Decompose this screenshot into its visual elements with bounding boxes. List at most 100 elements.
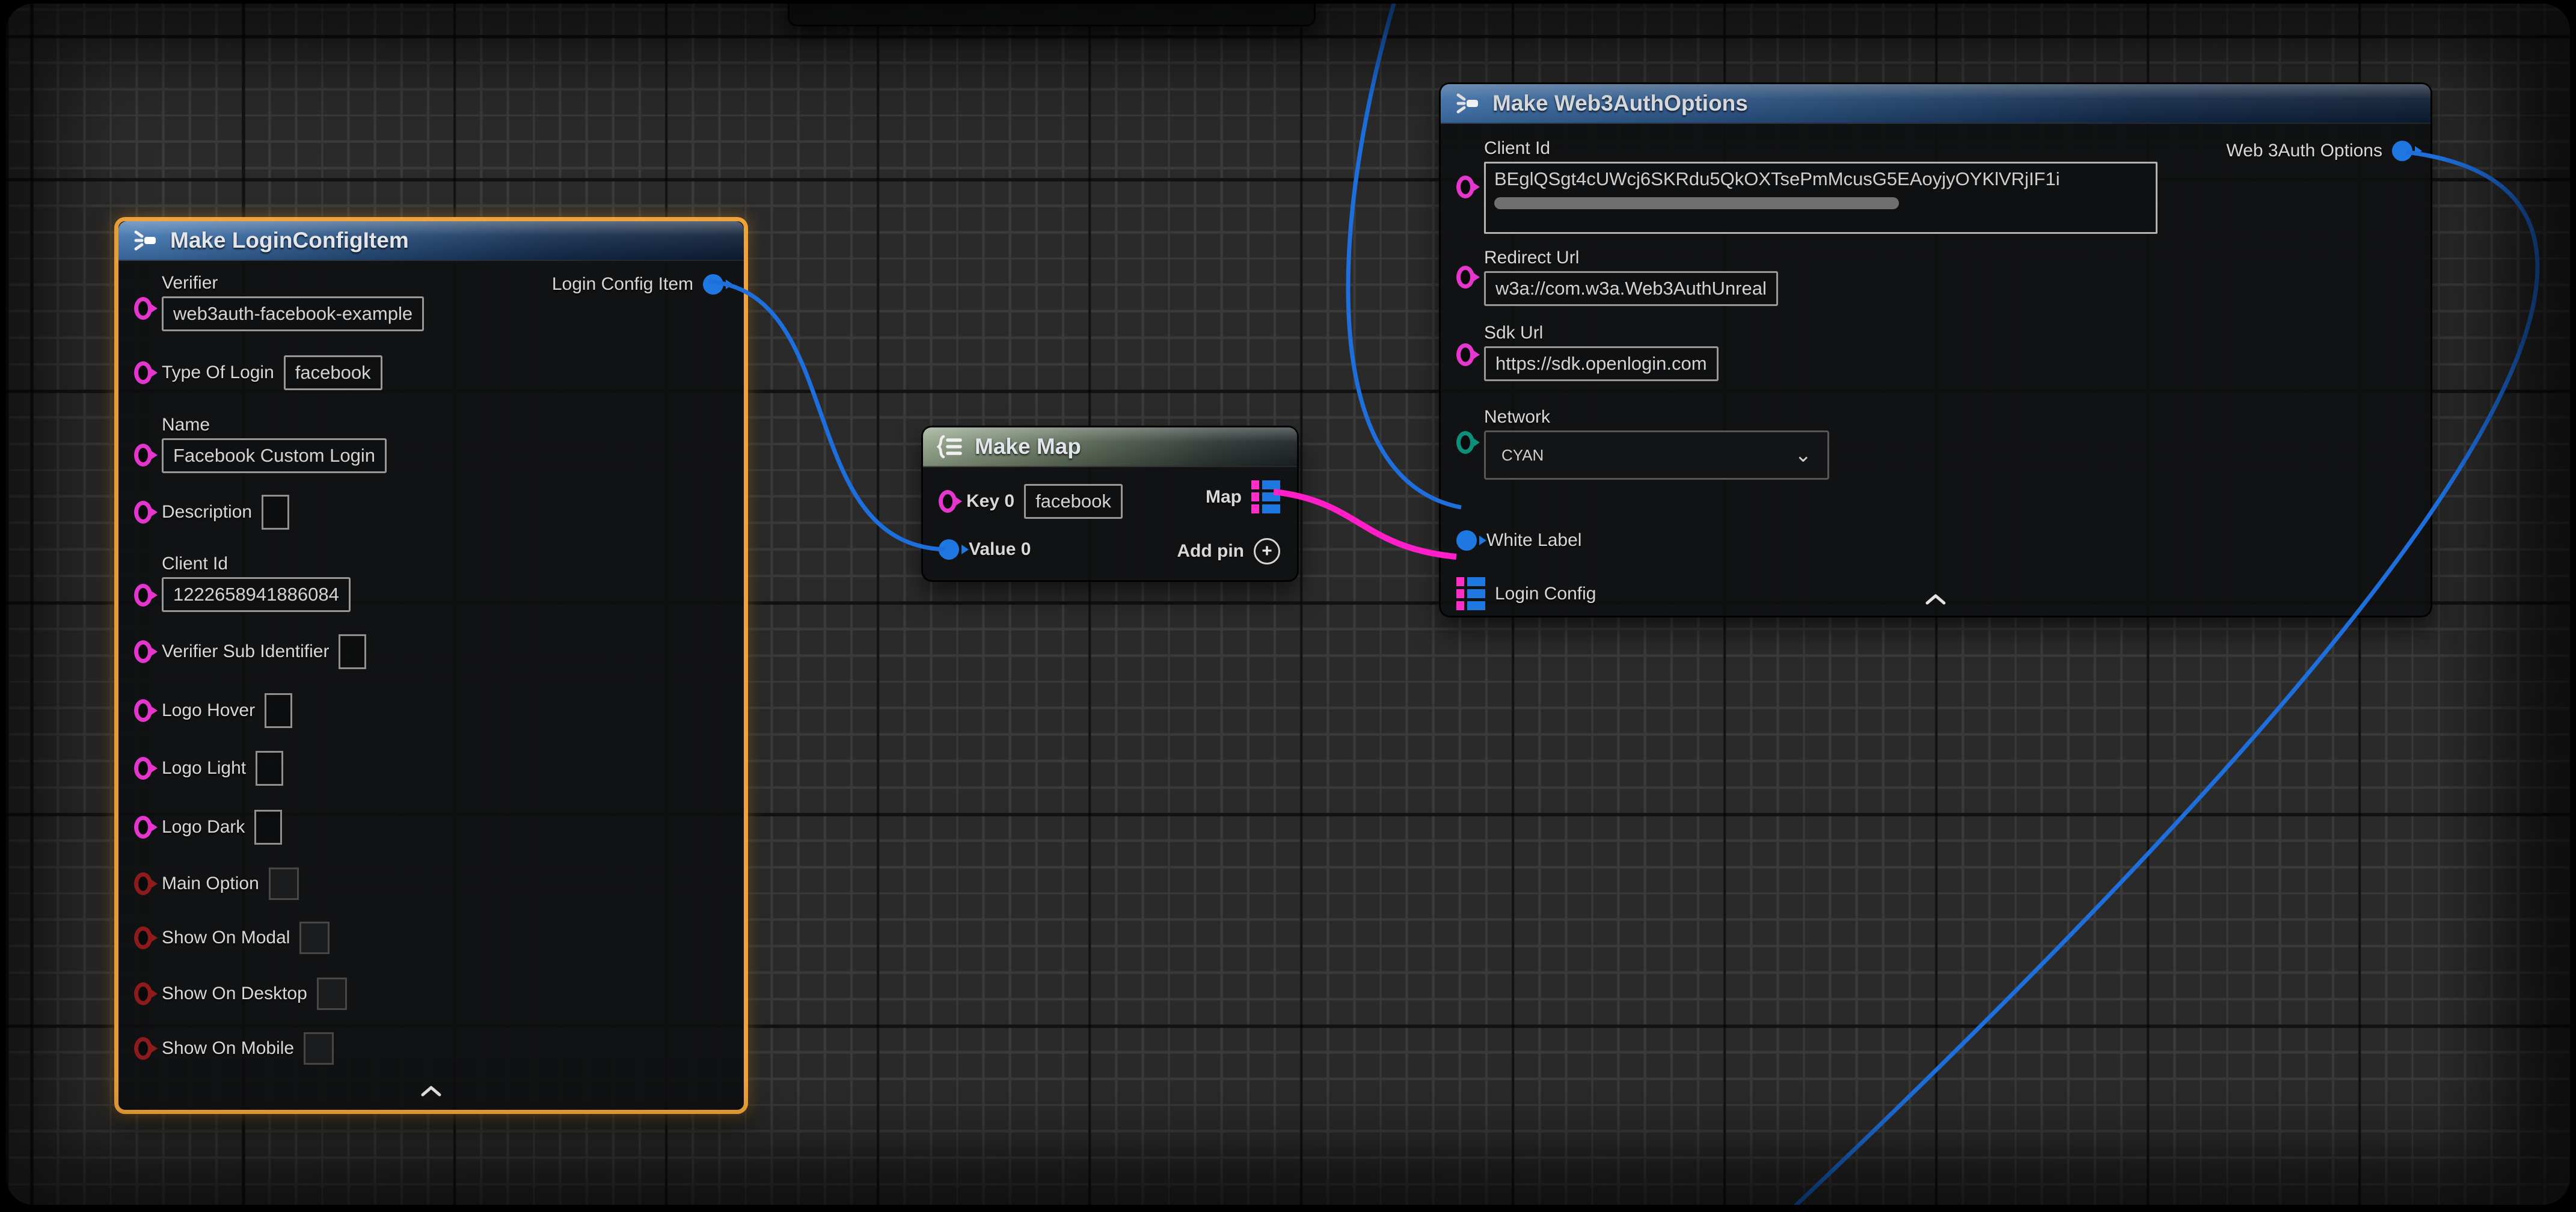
pin-row-main-option: Main Option bbox=[134, 868, 299, 900]
pin-value0[interactable] bbox=[939, 539, 959, 560]
pin-key0[interactable] bbox=[939, 490, 957, 513]
add-pin-row: Add pin + bbox=[1177, 538, 1280, 565]
pin-label-white-label: White Label bbox=[1486, 530, 1581, 551]
pin-type-of-login[interactable] bbox=[134, 361, 152, 384]
pin-label-login-config: Login Config bbox=[1495, 584, 1596, 604]
pin-white-label[interactable] bbox=[1456, 530, 1477, 551]
client-id-text: BEglQSgt4cUWcj6SKRdu5QkOXTsePmMcusG5EAoy… bbox=[1494, 168, 2147, 190]
offscreen-node-bottom[interactable] bbox=[788, 4, 1316, 26]
pin-label-description: Description bbox=[162, 502, 252, 522]
pin-logo-light[interactable] bbox=[134, 757, 152, 780]
client-id-scrollbar[interactable] bbox=[1494, 197, 1899, 209]
pin-show-on-mobile[interactable] bbox=[134, 1037, 152, 1060]
pin-row-redirect-url: Redirect Url w3a://com.w3a.Web3AuthUnrea… bbox=[1456, 248, 1778, 306]
pin-label-show-on-modal: Show On Modal bbox=[162, 928, 290, 948]
client-id-input[interactable]: BEglQSgt4cUWcj6SKRdu5QkOXTsePmMcusG5EAoy… bbox=[1484, 162, 2157, 234]
pin-row-name: Name Facebook Custom Login bbox=[134, 415, 387, 473]
logo-dark-input[interactable] bbox=[254, 810, 282, 845]
pin-client-id[interactable] bbox=[134, 584, 152, 607]
pin-label-value0: Value 0 bbox=[969, 539, 1031, 560]
client-id-input[interactable]: 1222658941886084 bbox=[162, 577, 351, 612]
pin-label-redirect-url: Redirect Url bbox=[1484, 248, 1778, 268]
pin-row-login-config: Login Config bbox=[1456, 577, 1596, 610]
pin-redirect-url[interactable] bbox=[1456, 266, 1474, 289]
show-on-mobile-checkbox[interactable] bbox=[304, 1032, 334, 1065]
node-header-make-map[interactable]: Make Map bbox=[923, 427, 1297, 467]
pin-label-type-of-login: Type Of Login bbox=[162, 363, 274, 383]
node-title: Make Map bbox=[975, 434, 1081, 459]
sdk-url-input[interactable]: https://sdk.openlogin.com bbox=[1484, 346, 1719, 381]
pin-label-name: Name bbox=[162, 415, 387, 435]
pin-show-on-desktop[interactable] bbox=[134, 982, 152, 1005]
network-dropdown[interactable]: CYAN ⌄ bbox=[1484, 430, 1829, 480]
pin-row-description: Description bbox=[134, 495, 289, 530]
pin-map-output[interactable] bbox=[1251, 480, 1280, 513]
pin-login-config[interactable] bbox=[1456, 577, 1485, 610]
collapse-node-button[interactable] bbox=[1924, 593, 1948, 606]
make-map-icon bbox=[936, 433, 964, 461]
pin-row-show-on-mobile: Show On Mobile bbox=[134, 1032, 334, 1065]
logo-light-input[interactable] bbox=[256, 751, 283, 786]
pin-label-client-id: Client Id bbox=[1484, 138, 2157, 159]
name-input[interactable]: Facebook Custom Login bbox=[162, 438, 387, 473]
pin-logo-dark[interactable] bbox=[134, 816, 152, 839]
output-row-login-config-item: Login Config Item bbox=[552, 274, 723, 295]
pin-row-network: Network CYAN ⌄ bbox=[1456, 407, 1829, 480]
pin-row-show-on-desktop: Show On Desktop bbox=[134, 978, 347, 1010]
pin-label-main-option: Main Option bbox=[162, 874, 259, 894]
output-row-web3auth-options: Web 3Auth Options bbox=[2226, 141, 2412, 161]
pin-description[interactable] bbox=[134, 501, 152, 524]
pin-label-sdk-url: Sdk Url bbox=[1484, 323, 1719, 343]
add-pin-label: Add pin bbox=[1177, 541, 1244, 562]
pin-login-config-item-output[interactable] bbox=[703, 274, 723, 295]
output-pin-label: Login Config Item bbox=[552, 274, 693, 295]
blueprint-graph-canvas[interactable]: Make LoginConfigItem Login Config Item V… bbox=[6, 4, 2570, 1205]
pin-label-show-on-mobile: Show On Mobile bbox=[162, 1038, 294, 1059]
pin-main-option[interactable] bbox=[134, 872, 152, 895]
make-struct-icon bbox=[132, 227, 159, 254]
key0-input[interactable]: facebook bbox=[1024, 484, 1123, 519]
show-on-desktop-checkbox[interactable] bbox=[317, 978, 347, 1010]
node-header-make-loginconfigitem[interactable]: Make LoginConfigItem bbox=[118, 221, 744, 261]
pin-row-type-of-login: Type Of Login facebook bbox=[134, 355, 382, 390]
verifier-input[interactable]: web3auth-facebook-example bbox=[162, 296, 424, 331]
pin-label-verifier: Verifier bbox=[162, 273, 424, 293]
collapse-node-button[interactable] bbox=[419, 1085, 443, 1098]
pin-network[interactable] bbox=[1456, 431, 1474, 454]
pin-row-verifier-sub-identifier: Verifier Sub Identifier bbox=[134, 634, 366, 669]
pin-label-show-on-desktop: Show On Desktop bbox=[162, 984, 307, 1004]
output-pin-label: Web 3Auth Options bbox=[2226, 141, 2382, 161]
type-of-login-input[interactable]: facebook bbox=[284, 355, 382, 390]
pin-show-on-modal[interactable] bbox=[134, 926, 152, 949]
description-input[interactable] bbox=[262, 495, 289, 530]
node-make-map[interactable]: Make Map Key 0 facebook Value 0 Map Add … bbox=[921, 426, 1299, 582]
pin-row-client-id: Client Id BEglQSgt4cUWcj6SKRdu5QkOXTsePm… bbox=[1456, 138, 2157, 234]
pin-client-id[interactable] bbox=[1456, 176, 1474, 198]
pin-logo-hover[interactable] bbox=[134, 699, 152, 722]
pin-sdk-url[interactable] bbox=[1456, 343, 1474, 366]
pin-verifier[interactable] bbox=[134, 297, 152, 320]
pin-label-logo-dark: Logo Dark bbox=[162, 817, 245, 837]
pin-web3auth-options-output[interactable] bbox=[2392, 141, 2412, 161]
node-header-make-web3authoptions[interactable]: Make Web3AuthOptions bbox=[1441, 84, 2430, 124]
logo-hover-input[interactable] bbox=[265, 693, 292, 728]
network-selected-value: CYAN bbox=[1501, 446, 1544, 465]
pin-row-verifier: Verifier web3auth-facebook-example bbox=[134, 273, 424, 331]
main-option-checkbox[interactable] bbox=[269, 868, 299, 900]
pin-row-client-id: Client Id 1222658941886084 bbox=[134, 554, 351, 612]
add-pin-button[interactable]: + bbox=[1254, 538, 1280, 565]
pin-label-verifier-sub-identifier: Verifier Sub Identifier bbox=[162, 641, 329, 662]
pin-row-key0: Key 0 facebook bbox=[939, 484, 1123, 519]
pin-name[interactable] bbox=[134, 444, 152, 467]
pin-verifier-sub-identifier[interactable] bbox=[134, 640, 152, 663]
wire-map-to-login-config[interactable] bbox=[1274, 492, 1456, 557]
pin-label-key0: Key 0 bbox=[966, 491, 1014, 512]
verifier-sub-identifier-input[interactable] bbox=[339, 634, 366, 669]
show-on-modal-checkbox[interactable] bbox=[299, 922, 330, 954]
pin-label-client-id: Client Id bbox=[162, 554, 351, 574]
pin-row-value0: Value 0 bbox=[939, 539, 1031, 560]
node-make-loginconfigitem[interactable]: Make LoginConfigItem Login Config Item V… bbox=[114, 217, 748, 1114]
pin-row-logo-light: Logo Light bbox=[134, 751, 283, 786]
redirect-url-input[interactable]: w3a://com.w3a.Web3AuthUnreal bbox=[1484, 271, 1778, 306]
node-make-web3authoptions[interactable]: Make Web3AuthOptions Web 3Auth Options C… bbox=[1439, 82, 2432, 617]
